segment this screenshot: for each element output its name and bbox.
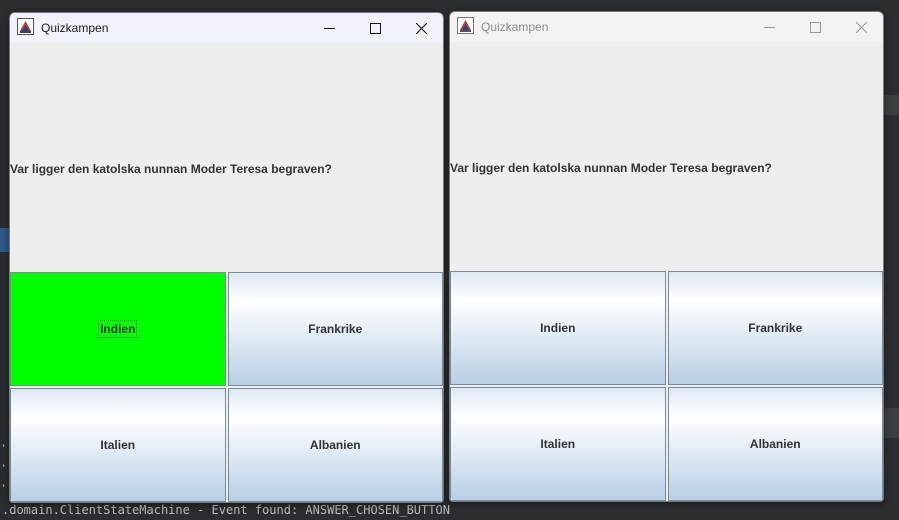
maximize-icon — [370, 23, 381, 34]
window-title: Quizkampen — [481, 20, 549, 34]
java-app-icon — [17, 18, 34, 35]
console-log-line[interactable]: .domain.ClientStateMachine - Event found… — [2, 500, 899, 520]
quiz-content: Var ligger den katolska nunnan Moder Ter… — [10, 43, 443, 502]
window-titlebar[interactable]: Quizkampen — [450, 12, 883, 42]
answer-label: Frankrike — [748, 321, 803, 335]
window-title: Quizkampen — [41, 21, 109, 35]
answer-label: Indien — [98, 320, 138, 338]
answer-button-1[interactable]: Indien — [450, 271, 666, 385]
maximize-button[interactable] — [352, 13, 398, 43]
minimize-button[interactable] — [306, 13, 352, 43]
close-icon — [416, 23, 427, 34]
answer-label: Albanien — [309, 438, 361, 452]
answer-label: Albanien — [749, 437, 801, 451]
answer-button-3[interactable]: Italien — [450, 387, 666, 501]
answer-button-2[interactable]: Frankrike — [667, 271, 883, 385]
minimize-icon — [764, 27, 775, 28]
close-button[interactable] — [838, 12, 883, 42]
maximize-icon — [810, 22, 821, 33]
answer-button-2[interactable]: Frankrike — [227, 272, 443, 386]
maximize-button[interactable] — [792, 12, 838, 42]
quiz-window-2[interactable]: Quizkampen Var ligger den katolska nunna… — [449, 11, 884, 502]
answer-button-4[interactable]: Albanien — [667, 387, 883, 501]
ide-scrollbar-marker — [884, 408, 899, 438]
minimize-button[interactable] — [746, 12, 792, 42]
answer-grid: Indien Frankrike Italien Albanien — [450, 271, 883, 501]
answer-label: Italien — [100, 438, 136, 452]
minimize-icon — [324, 28, 335, 29]
answer-button-1[interactable]: Indien — [10, 272, 226, 386]
answer-button-3[interactable]: Italien — [10, 388, 226, 502]
question-text: Var ligger den katolska nunnan Moder Ter… — [450, 161, 772, 175]
window-titlebar[interactable]: Quizkampen — [10, 13, 443, 43]
answer-label: Frankrike — [308, 322, 363, 336]
answer-grid: Indien Frankrike Italien Albanien — [10, 272, 443, 502]
java-app-icon — [457, 17, 474, 34]
close-button[interactable] — [398, 13, 443, 43]
answer-label: Indien — [540, 321, 576, 335]
quiz-content: Var ligger den katolska nunnan Moder Ter… — [450, 42, 883, 501]
answer-label: Italien — [540, 437, 576, 451]
question-text: Var ligger den katolska nunnan Moder Ter… — [10, 162, 332, 176]
ide-scrollbar-marker — [884, 95, 899, 115]
quiz-window-1[interactable]: Quizkampen Var ligger den katolska nunna… — [9, 12, 444, 503]
answer-button-4[interactable]: Albanien — [227, 388, 443, 502]
close-icon — [856, 22, 867, 33]
